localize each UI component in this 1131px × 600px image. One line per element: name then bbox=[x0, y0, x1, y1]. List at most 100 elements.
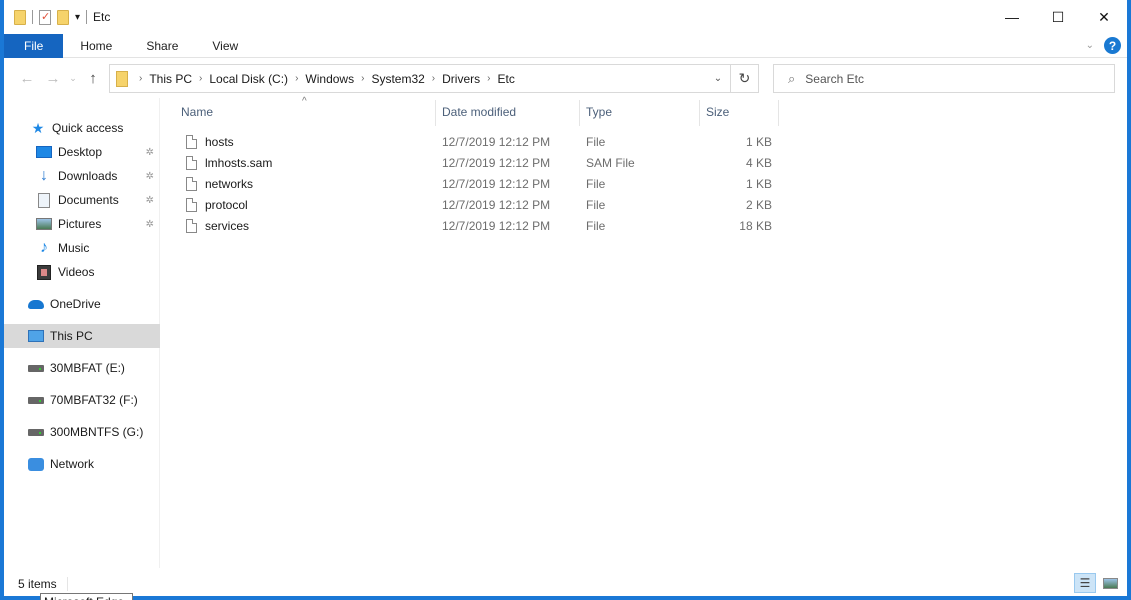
item-count: 5 items bbox=[18, 577, 57, 591]
breadcrumb-windows[interactable]: Windows bbox=[305, 72, 354, 86]
breadcrumb-etc[interactable]: Etc bbox=[497, 72, 514, 86]
sidebar-item-this-pc[interactable]: This PC bbox=[4, 324, 160, 348]
breadcrumb-this-pc[interactable]: This PC bbox=[149, 72, 192, 86]
column-header-size[interactable]: Size bbox=[706, 98, 778, 126]
large-icons-icon bbox=[1102, 577, 1118, 589]
expand-ribbon-icon[interactable]: ⌄ bbox=[1086, 40, 1094, 51]
breadcrumb: › This PC › Local Disk (C:) › Windows › … bbox=[132, 72, 515, 86]
sidebar-item-drive-g[interactable]: 300MBNTFS (G:) bbox=[4, 420, 160, 444]
sidebar-item-drive-e[interactable]: 30MBFAT (E:) bbox=[4, 356, 160, 380]
customize-dropdown-icon[interactable]: ▾ bbox=[75, 12, 80, 23]
column-header-type[interactable]: Type bbox=[586, 98, 699, 126]
this-pc-icon bbox=[28, 328, 44, 344]
recent-locations-button[interactable]: ⌄ bbox=[66, 65, 80, 91]
back-button[interactable]: ← bbox=[14, 65, 40, 91]
search-box[interactable]: ⌕ bbox=[773, 64, 1115, 93]
column-header-name[interactable]: Name bbox=[181, 98, 435, 126]
help-icon[interactable]: ? bbox=[1104, 37, 1121, 54]
sidebar-item-label: Documents bbox=[58, 193, 119, 207]
sidebar-item-label: Desktop bbox=[58, 145, 103, 159]
file-name: hosts bbox=[205, 134, 234, 149]
status-bar: 5 items ☰ bbox=[4, 572, 1127, 596]
file-type: SAM File bbox=[586, 155, 635, 170]
navigation-pane: ★ Quick access Desktop ✲ ↓ Downloads ✲ D… bbox=[4, 98, 160, 568]
file-row[interactable]: services 12/7/2019 12:12 PM File 18 KB bbox=[162, 215, 782, 236]
file-row[interactable]: protocol 12/7/2019 12:12 PM File 2 KB bbox=[162, 194, 782, 215]
minimize-button[interactable]: — bbox=[989, 0, 1035, 34]
file-name-cell: networks bbox=[186, 173, 253, 194]
search-input[interactable] bbox=[805, 71, 1086, 86]
sidebar-item-videos[interactable]: Videos bbox=[4, 260, 160, 284]
tab-view[interactable]: View bbox=[195, 34, 255, 58]
sidebar-item-onedrive[interactable]: OneDrive bbox=[4, 292, 160, 316]
window-frame-bottom bbox=[0, 596, 1131, 600]
column-divider[interactable] bbox=[778, 100, 779, 126]
window-controls: — ☐ ✕ bbox=[989, 0, 1127, 34]
desktop-icon bbox=[36, 144, 52, 160]
file-row[interactable]: networks 12/7/2019 12:12 PM File 1 KB bbox=[162, 173, 782, 194]
file-type: File bbox=[586, 218, 606, 233]
file-name-cell: services bbox=[186, 215, 249, 236]
address-bar[interactable]: › This PC › Local Disk (C:) › Windows › … bbox=[109, 64, 731, 93]
breadcrumb-local-disk[interactable]: Local Disk (C:) bbox=[209, 72, 288, 86]
sidebar-item-quick-access[interactable]: ★ Quick access bbox=[4, 116, 160, 140]
file-name-cell: hosts bbox=[186, 131, 234, 152]
videos-icon bbox=[36, 264, 52, 280]
file-explorer-window: ▾ Etc — ☐ ✕ File Home Share View ⌄ ? ← →… bbox=[4, 0, 1127, 596]
file-size: 2 KB bbox=[745, 197, 772, 212]
refresh-button[interactable]: ↻ bbox=[731, 64, 759, 93]
chevron-right-icon[interactable]: › bbox=[199, 73, 202, 84]
title-bar: ▾ Etc — ☐ ✕ bbox=[4, 0, 1127, 34]
network-icon bbox=[28, 456, 44, 472]
download-icon: ↓ bbox=[40, 167, 48, 184]
column-header-date-modified[interactable]: Date modified bbox=[442, 98, 579, 126]
breadcrumb-drivers[interactable]: Drivers bbox=[442, 72, 480, 86]
file-name: services bbox=[205, 218, 250, 233]
close-button[interactable]: ✕ bbox=[1081, 0, 1127, 34]
address-dropdown-button[interactable]: ⌄ bbox=[706, 65, 730, 92]
breadcrumb-system32[interactable]: System32 bbox=[371, 72, 424, 86]
column-divider[interactable] bbox=[699, 100, 700, 126]
column-divider[interactable] bbox=[579, 100, 580, 126]
sidebar-item-pictures[interactable]: Pictures ✲ bbox=[4, 212, 160, 236]
file-row[interactable]: hosts 12/7/2019 12:12 PM File 1 KB bbox=[162, 131, 782, 152]
sidebar-item-drive-f[interactable]: 70MBFAT32 (F:) bbox=[4, 388, 160, 412]
sidebar-item-documents[interactable]: Documents ✲ bbox=[4, 188, 160, 212]
chevron-right-icon[interactable]: › bbox=[295, 73, 298, 84]
pin-icon[interactable]: ✲ bbox=[146, 219, 154, 230]
pin-icon[interactable]: ✲ bbox=[146, 195, 154, 206]
up-button[interactable]: ↑ bbox=[80, 65, 106, 91]
drive-icon bbox=[28, 392, 44, 408]
tab-home[interactable]: Home bbox=[63, 34, 129, 58]
file-date: 12/7/2019 12:12 PM bbox=[442, 176, 551, 191]
ribbon-right-controls: ⌄ ? bbox=[1086, 37, 1121, 54]
forward-button[interactable]: → bbox=[40, 65, 66, 91]
file-icon bbox=[186, 218, 197, 233]
chevron-right-icon[interactable]: › bbox=[361, 73, 364, 84]
sidebar-item-downloads[interactable]: ↓ Downloads ✲ bbox=[4, 164, 160, 188]
pin-icon[interactable]: ✲ bbox=[146, 171, 154, 182]
tab-file[interactable]: File bbox=[4, 33, 64, 58]
onedrive-icon bbox=[28, 296, 44, 312]
large-icons-view-button[interactable] bbox=[1099, 573, 1121, 593]
tab-share[interactable]: Share bbox=[129, 34, 195, 58]
sidebar-item-label: OneDrive bbox=[50, 297, 101, 311]
chevron-right-icon[interactable]: › bbox=[432, 73, 435, 84]
maximize-button[interactable]: ☐ bbox=[1035, 0, 1081, 34]
details-view-button[interactable]: ☰ bbox=[1074, 573, 1096, 593]
sidebar-item-music[interactable]: ♪ Music bbox=[4, 236, 160, 260]
sidebar-item-desktop[interactable]: Desktop ✲ bbox=[4, 140, 160, 164]
chevron-right-icon[interactable]: › bbox=[487, 73, 490, 84]
properties-icon[interactable] bbox=[39, 9, 51, 25]
pin-icon[interactable]: ✲ bbox=[146, 147, 154, 158]
file-row[interactable]: lmhosts.sam 12/7/2019 12:12 PM SAM File … bbox=[162, 152, 782, 173]
music-icon: ♪ bbox=[40, 239, 48, 256]
chevron-right-icon[interactable]: › bbox=[139, 73, 142, 84]
sidebar-item-label: This PC bbox=[50, 329, 93, 343]
sidebar-item-label: Downloads bbox=[58, 169, 118, 183]
sidebar-item-network[interactable]: Network bbox=[4, 452, 160, 476]
column-divider[interactable] bbox=[435, 100, 436, 126]
file-icon bbox=[186, 134, 197, 149]
new-folder-icon[interactable] bbox=[57, 9, 69, 25]
file-date: 12/7/2019 12:12 PM bbox=[442, 218, 551, 233]
